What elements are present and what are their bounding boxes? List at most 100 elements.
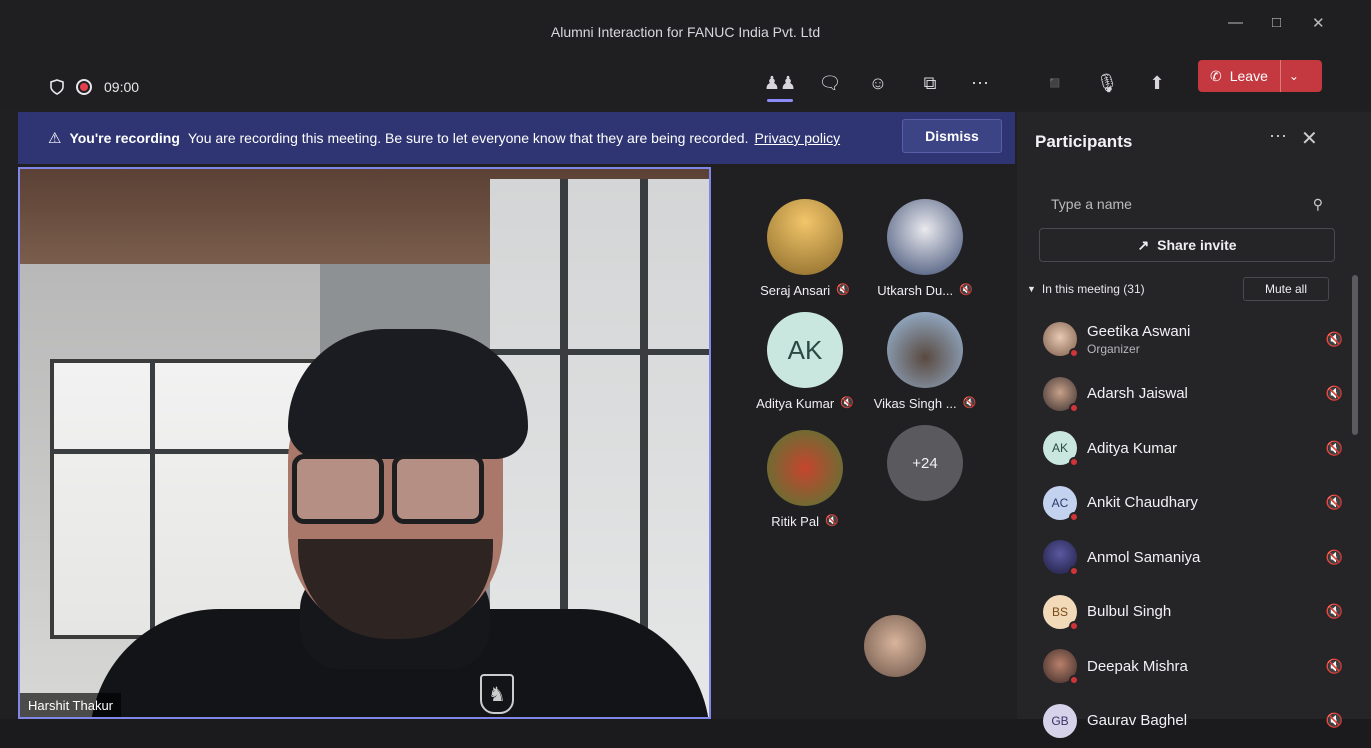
window-frame — [150, 359, 155, 649]
avatar: AC — [1043, 486, 1077, 520]
section-label: In this meeting (31) — [1042, 282, 1145, 296]
mic-off-icon[interactable]: 🎙 — [1092, 68, 1122, 98]
avatar — [1043, 540, 1077, 574]
chat-icon[interactable]: 🗨 — [815, 68, 845, 98]
list-item[interactable]: Anmol Samaniya 🔇 — [1043, 530, 1343, 585]
participant-gallery: Seraj Ansari 🔇 Utkarsh Du... 🔇 AK Aditya K… — [715, 167, 1015, 719]
mic-off-icon[interactable]: 🔇 — [1326, 603, 1343, 620]
glasses-right-lens — [392, 454, 484, 524]
shield-icon — [50, 79, 64, 95]
mic-off-icon: 🔇 — [825, 514, 839, 529]
mic-off-icon[interactable]: 🔇 — [1326, 494, 1343, 511]
tile-name: Aditya Kumar — [756, 396, 834, 411]
close-icon[interactable]: ✕ — [1301, 126, 1318, 151]
mic-off-icon[interactable]: 🔇 — [1326, 658, 1343, 675]
minimize-icon[interactable]: — — [1228, 14, 1243, 31]
share-invite-label: Share invite — [1157, 237, 1236, 253]
leave-divider — [1280, 60, 1281, 92]
privacy-policy-link[interactable]: Privacy policy — [754, 130, 840, 146]
in-meeting-section[interactable]: ▼ In this meeting (31) Mute all — [1027, 277, 1327, 301]
warning-icon: ⚠ — [48, 129, 61, 147]
window-title: Alumni Interaction for FANUC India Pvt. … — [0, 24, 1371, 40]
self-view-tile[interactable] — [830, 615, 960, 677]
avatar — [1043, 377, 1077, 411]
avatar — [887, 312, 963, 388]
list-item[interactable]: Adarsh Jaiswal 🔇 — [1043, 367, 1343, 422]
avatar — [1043, 649, 1077, 683]
panel-title: Participants — [1035, 132, 1132, 152]
mic-off-icon[interactable]: 🔇 — [1326, 712, 1343, 729]
avatar — [887, 199, 963, 275]
leave-label: Leave — [1230, 68, 1268, 84]
participant-name: Geetika Aswani — [1087, 323, 1190, 340]
recording-message: You are recording this meeting. Be sure … — [188, 130, 749, 146]
leave-button[interactable]: ✆ Leave ⌄ — [1198, 60, 1322, 92]
avatar — [767, 199, 843, 275]
list-item[interactable]: Geetika Aswani Organizer 🔇 — [1043, 312, 1343, 367]
participant-name: Deepak Mishra — [1087, 658, 1188, 675]
gallery-tile[interactable]: Vikas Singh ...🔇 — [860, 312, 990, 411]
mic-off-icon: 🔇 — [836, 283, 850, 298]
participant-name: Bulbul Singh — [1087, 603, 1171, 620]
participant-name: Gaurav Baghel — [1087, 712, 1187, 729]
dismiss-button[interactable]: Dismiss — [902, 119, 1002, 153]
chevron-down-icon[interactable]: ⌄ — [1289, 69, 1299, 83]
tile-name: Utkarsh Du... — [877, 283, 953, 298]
overflow-count: +24 — [887, 425, 963, 501]
participant-name: Aditya Kumar — [1087, 440, 1177, 457]
people-icon[interactable]: ♟♟ — [765, 68, 795, 98]
avatar: BS — [1043, 595, 1077, 629]
tile-name: Ritik Pal — [771, 514, 819, 529]
more-options-icon[interactable]: ⋯ — [1269, 126, 1287, 147]
mic-off-icon[interactable]: 🔇 — [1326, 385, 1343, 402]
ferrari-logo-icon: ♞ — [480, 674, 514, 714]
search-icon: ⚲ — [1313, 196, 1323, 213]
avatar: AK — [767, 312, 843, 388]
avatar — [864, 615, 926, 677]
list-item[interactable]: AK Aditya Kumar 🔇 — [1043, 421, 1343, 476]
title-bar: Alumni Interaction for FANUC India Pvt. … — [0, 0, 1371, 60]
share-invite-button[interactable]: ↗ Share invite — [1039, 228, 1335, 262]
participant-list: Geetika Aswani Organizer 🔇 Adarsh Jaiswal… — [1043, 312, 1343, 748]
mic-off-icon[interactable]: 🔇 — [1326, 331, 1343, 348]
main-video-stage[interactable]: ♞ Harshit Thakur — [18, 167, 711, 719]
gallery-tile[interactable]: AK Aditya Kumar 🔇 — [740, 312, 870, 411]
participant-role: Organizer — [1087, 342, 1190, 356]
reactions-icon[interactable]: ☺ — [863, 68, 893, 98]
panel-scrollbar[interactable] — [1352, 275, 1358, 435]
close-window-icon[interactable]: ✕ — [1312, 14, 1325, 32]
mic-off-icon: 🔇 — [840, 396, 854, 411]
list-item[interactable]: BS Bulbul Singh 🔇 — [1043, 585, 1343, 640]
phone-icon: ✆ — [1210, 68, 1222, 85]
more-icon[interactable]: ⋯ — [965, 68, 995, 98]
mic-off-icon[interactable]: 🔇 — [1326, 549, 1343, 566]
overflow-tile[interactable]: +24 — [860, 425, 990, 501]
camera-off-icon[interactable]: ◾ — [1040, 68, 1070, 98]
avatar: AK — [1043, 431, 1077, 465]
gallery-tile[interactable]: Utkarsh Du... 🔇 — [860, 199, 990, 298]
participant-name: Adarsh Jaiswal — [1087, 385, 1188, 402]
list-item[interactable]: GB Gaurav Baghel 🔇 — [1043, 694, 1343, 748]
avatar: GB — [1043, 704, 1077, 738]
mute-all-button[interactable]: Mute all — [1243, 277, 1329, 301]
record-icon — [76, 79, 92, 95]
teams-meeting-window: Alumni Interaction for FANUC India Pvt. … — [0, 0, 1371, 719]
glasses-left-lens — [292, 454, 384, 524]
search-input[interactable]: Type a name ⚲ — [1039, 184, 1335, 224]
tile-name: Seraj Ansari — [760, 283, 830, 298]
participants-panel: Participants ⋯ ✕ Type a name ⚲ ↗ Share i… — [1017, 112, 1371, 719]
avatar — [1043, 322, 1077, 356]
chevron-down-icon: ▼ — [1027, 284, 1036, 294]
gallery-tile[interactable]: Seraj Ansari 🔇 — [740, 199, 870, 298]
participant-name: Ankit Chaudhary — [1087, 494, 1198, 511]
list-item[interactable]: AC Ankit Chaudhary 🔇 — [1043, 476, 1343, 531]
list-item[interactable]: Deepak Mishra 🔇 — [1043, 639, 1343, 694]
share-icon[interactable]: ⬆ — [1142, 68, 1172, 98]
rooms-icon[interactable]: ⧉ — [915, 68, 945, 98]
gallery-tile[interactable]: Ritik Pal 🔇 — [740, 430, 870, 529]
mic-off-icon: 🔇 — [959, 283, 973, 298]
mic-off-icon[interactable]: 🔇 — [1326, 440, 1343, 457]
participant-name: Anmol Samaniya — [1087, 549, 1200, 566]
maximize-icon[interactable]: □ — [1272, 14, 1281, 31]
search-placeholder: Type a name — [1051, 196, 1132, 212]
